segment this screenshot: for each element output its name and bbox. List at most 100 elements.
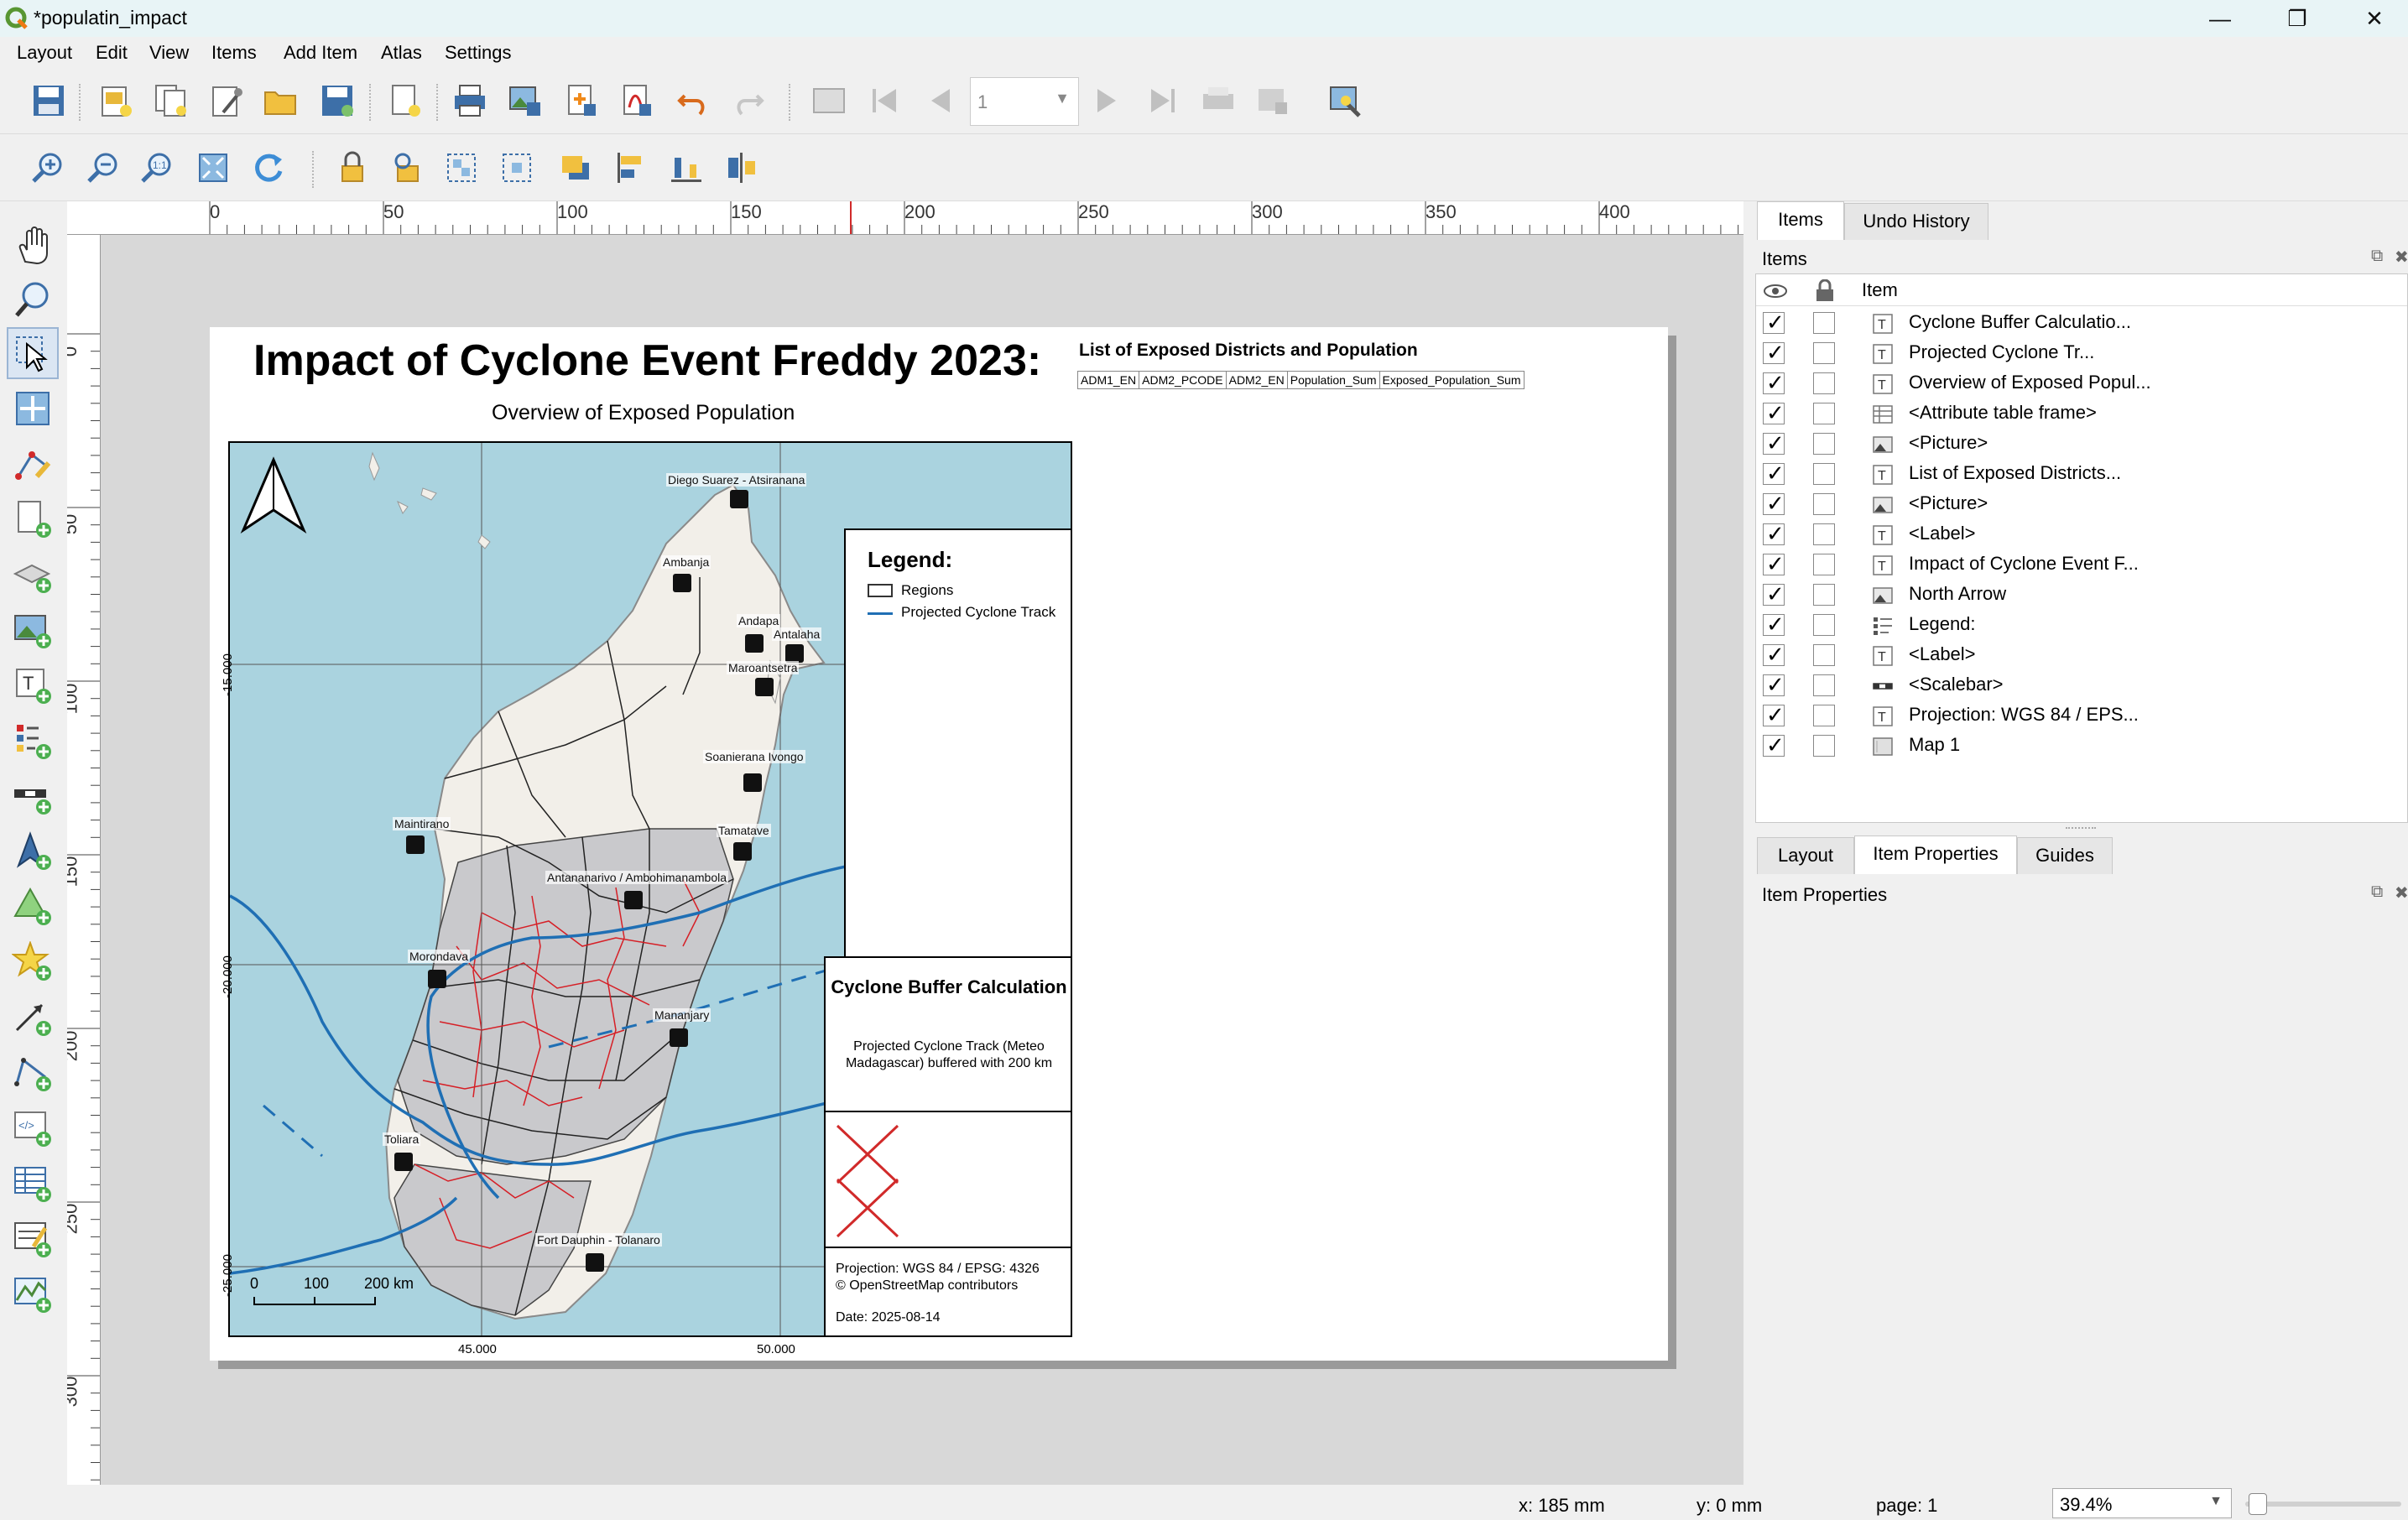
lock-checkbox[interactable]: [1813, 674, 1835, 696]
item-row[interactable]: <Attribute table frame>: [1756, 398, 2407, 429]
lock-checkbox[interactable]: [1813, 584, 1835, 606]
add-legend-icon[interactable]: [12, 720, 54, 762]
menu-layout[interactable]: Layout: [17, 42, 72, 64]
item-row[interactable]: T Overview of Exposed Popul...: [1756, 368, 2407, 398]
lock-checkbox[interactable]: [1813, 433, 1835, 455]
add-marker-icon[interactable]: [12, 941, 54, 983]
item-row[interactable]: T Cyclone Buffer Calculatio...: [1756, 308, 2407, 338]
item-row[interactable]: North Arrow: [1756, 580, 2407, 610]
item-row[interactable]: <Scalebar>: [1756, 670, 2407, 700]
menu-view[interactable]: View: [149, 42, 189, 64]
first-feature-icon[interactable]: [866, 82, 903, 119]
undo-icon[interactable]: [675, 82, 711, 119]
add-label-icon[interactable]: T: [12, 664, 54, 706]
lock-checkbox[interactable]: [1813, 614, 1835, 636]
add-attribute-table-icon[interactable]: [12, 1163, 54, 1205]
zoom-in-icon[interactable]: [30, 149, 67, 186]
visibility-checkbox[interactable]: [1763, 430, 1785, 456]
lock-checkbox[interactable]: [1813, 342, 1835, 364]
move-content-icon[interactable]: [12, 388, 54, 429]
picture-frame[interactable]: [824, 1111, 1071, 1248]
restore-button[interactable]: ❐: [2272, 3, 2322, 34]
export-atlas-icon[interactable]: [1255, 82, 1292, 119]
open-folder-icon[interactable]: [262, 82, 299, 119]
visibility-checkbox[interactable]: [1763, 310, 1785, 336]
layout-subtitle[interactable]: Overview of Exposed Population: [492, 401, 795, 425]
float-panel-icon[interactable]: ⧉: [2371, 882, 2383, 902]
export-image-icon[interactable]: [507, 82, 544, 119]
save-icon[interactable]: [30, 82, 67, 119]
unlock-items-icon[interactable]: [388, 149, 425, 186]
visibility-checkbox[interactable]: [1763, 642, 1785, 668]
print-icon[interactable]: [451, 82, 488, 119]
export-svg-icon[interactable]: [562, 82, 599, 119]
layout-manager-icon[interactable]: [208, 82, 245, 119]
item-row[interactable]: T <Label>: [1756, 519, 2407, 549]
lock-checkbox[interactable]: [1813, 735, 1835, 757]
buffer-info-box[interactable]: Cyclone Buffer Calculation Projected Cyc…: [824, 956, 1071, 1112]
edit-nodes-icon[interactable]: [12, 443, 54, 485]
item-row[interactable]: T Projection: WGS 84 / EPS...: [1756, 700, 2407, 731]
close-panel-icon[interactable]: ✖: [2395, 247, 2408, 268]
minimize-button[interactable]: —: [2195, 3, 2245, 34]
lock-checkbox[interactable]: [1813, 463, 1835, 485]
menu-settings[interactable]: Settings: [445, 42, 512, 64]
visibility-checkbox[interactable]: [1763, 702, 1785, 728]
menu-atlas[interactable]: Atlas: [381, 42, 422, 64]
items-tree[interactable]: Item T Cyclone Buffer Calculatio... T Proje…: [1755, 273, 2408, 823]
tab-item-properties[interactable]: Item Properties: [1854, 835, 2017, 874]
previous-feature-icon[interactable]: [921, 82, 958, 119]
visibility-checkbox[interactable]: [1763, 491, 1785, 517]
table-title[interactable]: List of Exposed Districts and Population: [1079, 341, 1418, 361]
item-row[interactable]: T Impact of Cyclone Event F...: [1756, 549, 2407, 580]
visibility-checkbox[interactable]: [1763, 732, 1785, 758]
vertical-ruler[interactable]: 0 50 100 150 200 250 300: [67, 235, 101, 1485]
menu-edit[interactable]: Edit: [96, 42, 128, 64]
next-feature-icon[interactable]: [1089, 82, 1126, 119]
zoom-slider-handle[interactable]: [2249, 1493, 2267, 1515]
align-left-icon[interactable]: [612, 149, 649, 186]
distribute-icon[interactable]: [668, 149, 705, 186]
layout-canvas[interactable]: Impact of Cyclone Event Freddy 2023: Ove…: [101, 235, 1743, 1485]
atlas-preview-icon[interactable]: [810, 82, 847, 119]
float-panel-icon[interactable]: ⧉: [2371, 247, 2383, 266]
close-panel-icon[interactable]: ✖: [2395, 882, 2408, 903]
horizontal-ruler[interactable]: 0 50 100 150 200 250 300 350 400: [67, 201, 1743, 235]
zoom-full-icon[interactable]: [195, 149, 232, 186]
layout-title[interactable]: Impact of Cyclone Event Freddy 2023:: [253, 336, 1041, 386]
tab-undo-history[interactable]: Undo History: [1844, 203, 1988, 240]
item-row[interactable]: T <Label>: [1756, 640, 2407, 670]
lock-checkbox[interactable]: [1813, 523, 1835, 545]
zoom-combo[interactable]: 39.4% ▼: [2052, 1488, 2232, 1518]
export-pdf-icon[interactable]: [618, 82, 654, 119]
resize-icon[interactable]: [723, 149, 760, 186]
attribute-table-frame[interactable]: ADM1_EN ADM2_PCODE ADM2_EN Population_Su…: [1077, 371, 1525, 389]
tab-items[interactable]: Items: [1757, 201, 1844, 240]
ungroup-items-icon[interactable]: [498, 149, 535, 186]
menu-items[interactable]: Items: [211, 42, 257, 64]
visibility-checkbox[interactable]: [1763, 521, 1785, 547]
lock-checkbox[interactable]: [1813, 493, 1835, 515]
refresh-icon[interactable]: [250, 149, 287, 186]
scalebar[interactable]: 0 100 200 km: [250, 1273, 414, 1324]
lock-checkbox[interactable]: [1813, 403, 1835, 424]
last-feature-icon[interactable]: [1144, 82, 1181, 119]
item-row[interactable]: T List of Exposed Districts...: [1756, 459, 2407, 489]
visibility-checkbox[interactable]: [1763, 612, 1785, 638]
lock-checkbox[interactable]: [1813, 554, 1835, 575]
atlas-page-combo[interactable]: 1 ▼: [970, 77, 1079, 126]
visibility-checkbox[interactable]: [1763, 581, 1785, 607]
tab-layout[interactable]: Layout: [1757, 837, 1854, 874]
lock-checkbox[interactable]: [1813, 312, 1835, 334]
close-button[interactable]: ✕: [2349, 3, 2400, 34]
item-row[interactable]: Legend:: [1756, 610, 2407, 640]
visibility-checkbox[interactable]: [1763, 370, 1785, 396]
zoom-tool-icon[interactable]: [12, 278, 54, 320]
menu-add-item[interactable]: Add Item: [284, 42, 357, 64]
lock-checkbox[interactable]: [1813, 644, 1835, 666]
new-layout-icon[interactable]: [97, 82, 134, 119]
add-page-icon[interactable]: [386, 82, 423, 119]
add-north-arrow-icon[interactable]: [12, 830, 54, 872]
duplicate-layout-icon[interactable]: [153, 82, 190, 119]
add-scalebar-icon[interactable]: [12, 775, 54, 817]
